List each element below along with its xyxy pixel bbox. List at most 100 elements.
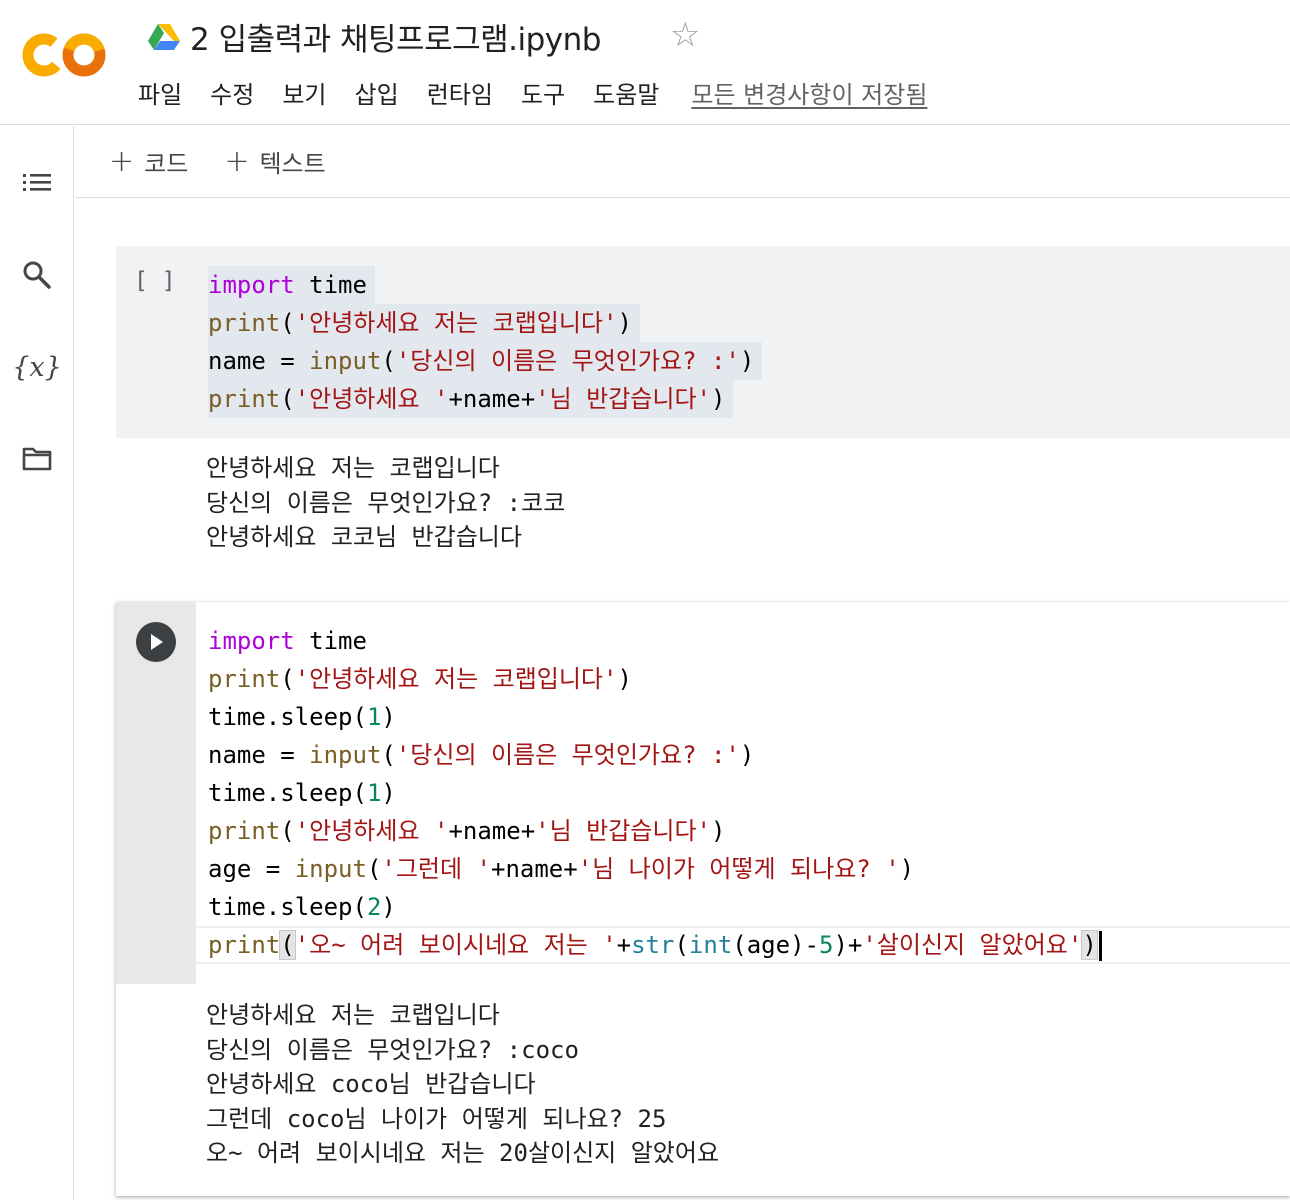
text-cursor (1098, 931, 1102, 961)
save-status-link[interactable]: 모든 변경사항이 저장됨 (691, 75, 927, 110)
code-token: '안녕하세요 ' (294, 385, 449, 413)
code-editor[interactable]: import time print('안녕하세요 저는 코랩입니다') time.s… (196, 602, 1290, 984)
play-icon (151, 634, 163, 650)
menu-tools[interactable]: 도구 (521, 75, 565, 110)
cell-gutter (116, 602, 196, 984)
code-token: ) (381, 779, 396, 807)
code-token: input (294, 855, 367, 883)
code-line[interactable]: import time (208, 266, 375, 304)
code-token: +name+ (491, 855, 578, 883)
table-of-contents-icon[interactable] (18, 164, 56, 202)
code-line[interactable]: print('안녕하세요 저는 코랩입니다') (208, 304, 640, 342)
code-token: int (688, 931, 733, 959)
code-token: ( (381, 741, 396, 769)
code-token: str (631, 931, 675, 959)
cell-output: 안녕하세요 저는 코랩입니다 당신의 이름은 무엇인가요? :코코 안녕하세요 코코… (206, 451, 565, 555)
code-token: time.sleep( (208, 893, 367, 921)
code-token: ) (617, 309, 632, 337)
code-token: ( (280, 817, 295, 845)
code-token: ) (899, 855, 915, 883)
code-token: input (309, 347, 382, 375)
menu-view[interactable]: 보기 (282, 75, 326, 110)
colab-logo[interactable] (22, 24, 110, 86)
add-code-label: 코드 (144, 150, 189, 178)
run-cell-button[interactable] (136, 622, 176, 662)
code-token: ) (1081, 930, 1098, 960)
code-token: (age)- (732, 931, 819, 959)
code-token: '안녕하세요 저는 코랩입니다' (294, 309, 618, 337)
code-token: '살이신지 알았어요' (862, 931, 1083, 959)
code-token: '당신의 이름은 무엇인가요? :' (395, 347, 740, 375)
output-line: 그런데 coco님 나이가 어떻게 되나요? 25 (206, 1104, 667, 1133)
code-line[interactable]: print('오~ 어려 보이시네요 저는 '+str(int(age)-5)+… (208, 926, 1102, 964)
output-line: 안녕하세요 저는 코랩입니다 (206, 1001, 500, 1029)
menu-bar: 파일 수정 보기 삽입 런타임 도구 도움말 모든 변경사항이 저장됨 (138, 74, 927, 110)
star-icon[interactable]: ☆ (670, 18, 700, 52)
code-token: ( (279, 930, 296, 960)
cell-output: 안녕하세요 저는 코랩입니다당신의 이름은 무엇인가요? :coco 안녕하세요 … (206, 998, 719, 1171)
code-token: import (208, 271, 295, 299)
code-line[interactable]: name = input('당신의 이름은 무엇인가요? :') (208, 736, 754, 774)
code-token: name = (208, 347, 310, 375)
code-cell-2[interactable]: import time print('안녕하세요 저는 코랩입니다') time.s… (116, 602, 1290, 1196)
code-line[interactable]: name = input('당신의 이름은 무엇인가요? :') (208, 342, 763, 380)
code-token: '오~ 어려 보이시네요 저는 ' (294, 931, 617, 959)
menu-edit[interactable]: 수정 (210, 75, 254, 110)
code-cell-1[interactable]: [ ] import time print('안녕하세요 저는 코랩입니다') na… (116, 246, 1290, 438)
code-token: age = (208, 855, 295, 883)
code-token: +name+ (448, 817, 536, 845)
code-token: )+ (833, 931, 863, 959)
left-sidebar: {x} (0, 126, 74, 1200)
code-token: '당신의 이름은 무엇인가요? :' (395, 741, 740, 769)
output-line: 안녕하세요 coco님 반갑습니다 (206, 1070, 536, 1098)
code-token: '님 반갑습니다' (535, 817, 711, 845)
code-token: ( (280, 385, 295, 413)
menu-file[interactable]: 파일 (138, 75, 182, 110)
search-icon[interactable] (18, 256, 56, 294)
code-token: input (309, 741, 382, 769)
add-text-button[interactable]: + 텍스트 (224, 144, 325, 179)
code-token: ) (381, 703, 396, 731)
code-lines[interactable]: import time print('안녕하세요 저는 코랩입니다') time.s… (208, 622, 1102, 964)
add-code-button[interactable]: + 코드 (109, 144, 188, 179)
code-token: ( (280, 309, 295, 337)
code-token: ) (739, 741, 755, 769)
code-token: time (294, 271, 367, 299)
code-token: ( (280, 665, 295, 693)
code-line[interactable]: time.sleep(2) (208, 888, 396, 926)
code-token: ) (710, 385, 726, 413)
code-token: ( (674, 931, 689, 959)
code-token: '안녕하세요 ' (294, 817, 449, 845)
add-text-label: 텍스트 (259, 150, 326, 178)
output-line: 안녕하세요 저는 코랩입니다 (206, 454, 500, 482)
code-editor[interactable]: import time print('안녕하세요 저는 코랩입니다') name =… (208, 266, 763, 418)
notebook-toolbar: + 코드 + 텍스트 (75, 126, 1290, 198)
menu-insert[interactable]: 삽입 (355, 75, 399, 110)
code-token: ( (381, 347, 396, 375)
plus-icon: + (224, 143, 250, 179)
code-line[interactable]: print('안녕하세요 '+name+'님 반갑습니다') (208, 812, 725, 850)
code-line[interactable]: age = input('그런데 '+name+'님 나이가 어떻게 되나요? … (208, 850, 914, 888)
notebook-header: 2 입출력과 채팅프로그램.ipynb ☆ 파일 수정 보기 삽입 런타임 도구… (0, 0, 1290, 125)
code-line[interactable]: print('안녕하세요 '+name+'님 반갑습니다') (208, 380, 734, 418)
code-token: print (208, 665, 281, 693)
code-token: ( (366, 855, 382, 883)
code-token: '님 반갑습니다' (535, 385, 711, 413)
code-token: +name+ (448, 385, 536, 413)
code-line[interactable]: time.sleep(1) (208, 698, 396, 736)
code-token: time (294, 627, 367, 655)
code-line[interactable]: import time (208, 622, 367, 660)
code-line[interactable]: time.sleep(1) (208, 774, 396, 812)
output-line: 당신의 이름은 무엇인가요? :coco (206, 1035, 579, 1064)
notebook-title[interactable]: 2 입출력과 채팅프로그램.ipynb (190, 14, 601, 59)
code-token: + (616, 931, 632, 959)
code-token: '그런데 ' (381, 855, 491, 883)
code-line[interactable]: print('안녕하세요 저는 코랩입니다') (208, 660, 632, 698)
google-drive-icon[interactable] (148, 22, 180, 50)
code-token: ) (617, 665, 632, 693)
variables-icon[interactable]: {x} (12, 348, 62, 386)
execution-count[interactable]: [ ] (134, 268, 176, 294)
folder-icon[interactable] (18, 440, 56, 478)
menu-help[interactable]: 도움말 (593, 75, 659, 110)
menu-runtime[interactable]: 런타임 (427, 75, 493, 110)
